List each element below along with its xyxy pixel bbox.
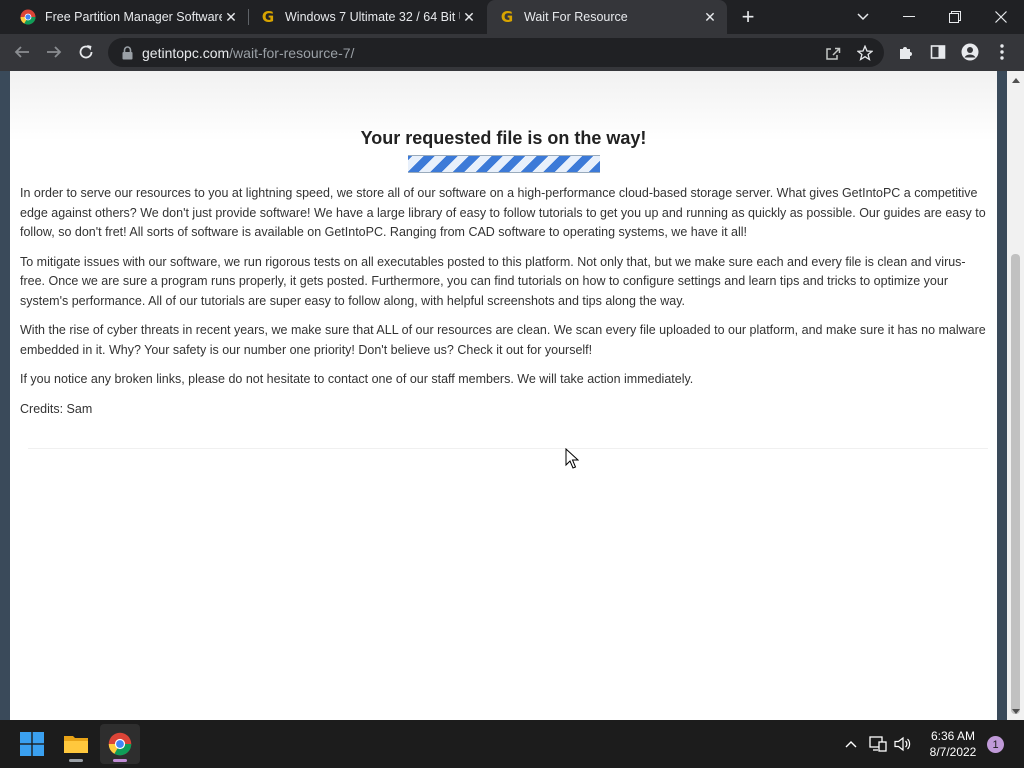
windows-taskbar: 6:36 AM 8/7/2022 1 <box>0 720 1024 768</box>
paragraph-broken-links: If you notice any broken links, please d… <box>20 372 694 386</box>
url-domain: getintopc.com <box>142 44 230 61</box>
back-button[interactable] <box>8 38 36 66</box>
file-explorer-icon[interactable] <box>56 724 96 764</box>
lock-icon[interactable] <box>120 45 134 61</box>
chrome-multicolor-icon <box>20 9 36 25</box>
paragraph-speed: In order to serve our resources to you a… <box>20 186 986 239</box>
credits-text: Credits: Sam <box>20 401 93 416</box>
system-clock[interactable]: 6:36 AM 8/7/2022 <box>918 728 988 760</box>
chrome-icon[interactable] <box>100 724 140 764</box>
tab-wait-for-resource[interactable]: G Wait For Resource ✕ <box>487 0 727 34</box>
paragraph-testing: To mitigate issues with our software, we… <box>20 254 966 308</box>
close-window-button[interactable] <box>978 0 1024 34</box>
new-tab-button[interactable]: + <box>736 4 760 29</box>
forward-button[interactable] <box>40 38 68 66</box>
getintopc-g-icon: G <box>261 8 275 26</box>
web-page: Your requested file is on the way! In or… <box>10 71 997 720</box>
reload-button[interactable] <box>72 38 100 66</box>
content-divider <box>28 448 988 449</box>
browser-toolbar: getintopc.com/wait-for-resource-7/ <box>0 34 1024 71</box>
start-windows-icon[interactable] <box>12 724 52 764</box>
scrollbar-thumb[interactable] <box>1011 254 1020 714</box>
address-bar[interactable]: getintopc.com/wait-for-resource-7/ <box>108 38 884 67</box>
network-icon[interactable] <box>867 720 889 768</box>
volume-icon[interactable] <box>892 720 914 768</box>
running-indicator <box>69 759 83 762</box>
paragraph-security: With the rise of cyber threats in recent… <box>20 323 986 357</box>
restore-button[interactable] <box>932 0 978 34</box>
clock-date: 8/7/2022 <box>929 745 977 759</box>
tab-title: Windows 7 Ultimate 32 / 64 Bit U <box>285 10 460 24</box>
minimize-button[interactable] <box>886 0 932 34</box>
mouse-cursor-icon <box>565 448 579 469</box>
tab-search-chevron-icon[interactable] <box>840 0 886 34</box>
url-path: /wait-for-resource-7/ <box>229 44 355 61</box>
loading-progress-bar <box>408 155 600 173</box>
tab-title: Free Partition Manager Software <box>45 10 222 24</box>
close-icon[interactable]: ✕ <box>460 8 478 26</box>
page-title: Your requested file is on the way! <box>360 128 647 148</box>
running-indicator <box>113 759 127 762</box>
article-body: In order to serve our resources to you a… <box>20 184 990 429</box>
side-panel-icon[interactable] <box>924 38 952 66</box>
getintopc-g-icon: G <box>500 8 514 26</box>
scroll-up-arrow-icon[interactable] <box>1007 73 1024 87</box>
menu-kebab-icon[interactable] <box>988 38 1016 66</box>
share-icon[interactable] <box>822 42 844 64</box>
bookmark-star-icon[interactable] <box>854 42 876 64</box>
url-text[interactable]: getintopc.com/wait-for-resource-7/ <box>142 45 354 61</box>
notification-badge[interactable]: 1 <box>987 736 1004 753</box>
profile-avatar-icon[interactable] <box>956 38 984 66</box>
scroll-down-arrow-icon[interactable] <box>1007 704 1024 718</box>
page-viewport: Your requested file is on the way! In or… <box>0 71 1024 720</box>
vertical-scrollbar[interactable] <box>1007 71 1024 720</box>
tab-title: Wait For Resource <box>524 10 628 24</box>
extensions-puzzle-icon[interactable] <box>892 38 920 66</box>
tab-windows-7-ultimate[interactable]: G Windows 7 Ultimate 32 / 64 Bit U ✕ <box>248 0 486 34</box>
close-icon[interactable]: ✕ <box>701 8 719 26</box>
tab-strip: Free Partition Manager Software ✕ G Wind… <box>0 0 1024 34</box>
close-icon[interactable]: ✕ <box>222 8 240 26</box>
clock-time: 6:36 AM <box>930 729 976 743</box>
show-hidden-icons-chevron-icon[interactable] <box>840 720 862 768</box>
tab-free-partition-manager[interactable]: Free Partition Manager Software ✕ <box>8 0 248 34</box>
